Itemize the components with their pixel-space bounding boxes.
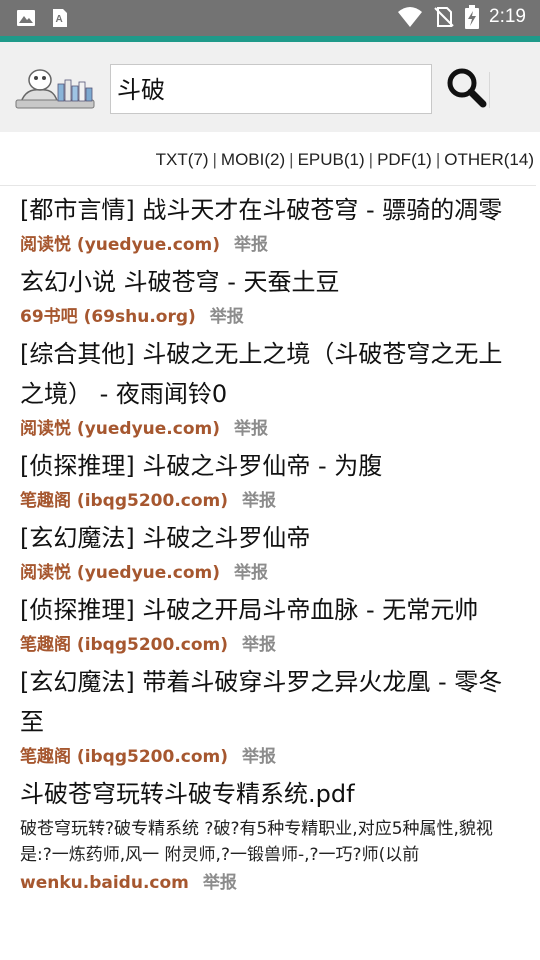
result-title-link[interactable]: [侦探推理] 斗破之开局斗帝血脉 - 无常元帅 [20, 590, 510, 630]
result-title-link[interactable]: [玄幻魔法] 带着斗破穿斗罗之异火龙凰 - 零冬至 [20, 662, 510, 742]
status-clock: 2:19 [489, 6, 526, 27]
result-item: [侦探推理] 斗破之开局斗帝血脉 - 无常元帅 笔趣阁 (ibqg5200.co… [20, 590, 510, 660]
filter-separator: | [368, 150, 374, 169]
filter-divider [0, 185, 536, 186]
result-title-link[interactable]: [综合其他] 斗破之无上之境（斗破苍穹之无上之境） - 夜雨闻铃0 [20, 334, 510, 414]
filter-separator: | [435, 150, 441, 169]
search-icon[interactable] [444, 66, 488, 110]
header-divider [489, 72, 490, 108]
filter-other[interactable]: OTHER(14) [444, 150, 534, 169]
result-source[interactable]: wenku.baidu.com [20, 873, 189, 893]
result-item: [综合其他] 斗破之无上之境（斗破苍穹之无上之境） - 夜雨闻铃0 阅读悦 (y… [20, 334, 510, 444]
result-meta: 阅读悦 (yuedyue.com) 举报 [20, 558, 510, 588]
result-source[interactable]: 阅读悦 (yuedyue.com) [20, 419, 220, 439]
format-filter-bar: TXT(7) | MOBI(2) | EPUB(1) | PDF(1) | OTHER(14) [156, 150, 534, 170]
report-link[interactable]: 举报 [242, 635, 276, 655]
result-title-link[interactable]: [侦探推理] 斗破之斗罗仙帝 - 为腹 [20, 446, 510, 486]
battery-charging-icon [465, 5, 480, 29]
report-link[interactable]: 举报 [242, 491, 276, 511]
result-title-link[interactable]: 斗破苍穹玩转斗破专精系统.pdf [20, 774, 510, 814]
search-header: 斗破 [0, 42, 540, 132]
filter-separator: | [212, 150, 217, 169]
search-results-list: [都市言情] 战斗天才在斗破苍穹 - 骠骑的凋零 阅读悦 (yuedyue.co… [20, 190, 510, 900]
result-meta: 阅读悦 (yuedyue.com) 举报 [20, 414, 510, 444]
result-meta: 笔趣阁 (ibqg5200.com) 举报 [20, 742, 510, 772]
report-link[interactable]: 举报 [234, 235, 268, 255]
document-notification-icon: A [53, 9, 67, 27]
result-meta: 笔趣阁 (ibqg5200.com) 举报 [20, 486, 510, 516]
wifi-icon [398, 7, 423, 27]
result-item: 斗破苍穹玩转斗破专精系统.pdf 破苍穹玩转?破专精系统 ?破?有5种专精职业,… [20, 774, 510, 898]
no-sim-icon [434, 7, 454, 27]
result-source[interactable]: 阅读悦 (yuedyue.com) [20, 563, 220, 583]
result-meta: 笔趣阁 (ibqg5200.com) 举报 [20, 630, 510, 660]
result-meta: wenku.baidu.com 举报 [20, 868, 510, 898]
result-source[interactable]: 69书吧 (69shu.org) [20, 307, 196, 327]
filter-separator: | [289, 150, 294, 169]
result-source[interactable]: 笔趣阁 (ibqg5200.com) [20, 635, 228, 655]
result-title-link[interactable]: [都市言情] 战斗天才在斗破苍穹 - 骠骑的凋零 [20, 190, 510, 230]
result-meta: 阅读悦 (yuedyue.com) 举报 [20, 230, 510, 260]
report-link[interactable]: 举报 [234, 419, 268, 439]
report-link[interactable]: 举报 [203, 873, 237, 893]
result-item: [都市言情] 战斗天才在斗破苍穹 - 骠骑的凋零 阅读悦 (yuedyue.co… [20, 190, 510, 260]
status-bar: A 2:19 [0, 0, 540, 36]
report-link[interactable]: 举报 [234, 563, 268, 583]
filter-txt[interactable]: TXT(7) [156, 150, 209, 169]
result-item: [侦探推理] 斗破之斗罗仙帝 - 为腹 笔趣阁 (ibqg5200.com) 举报 [20, 446, 510, 516]
filter-pdf[interactable]: PDF(1) [377, 150, 432, 169]
search-input[interactable]: 斗破 [110, 64, 432, 114]
result-item: 玄幻小说 斗破苍穹 - 天蚕土豆 69书吧 (69shu.org) 举报 [20, 262, 510, 332]
result-snippet: 破苍穹玩转?破专精系统 ?破?有5种专精职业,对应5种属性,貌视是:?一炼药师,… [20, 819, 493, 865]
result-source[interactable]: 笔趣阁 (ibqg5200.com) [20, 747, 228, 767]
filter-mobi[interactable]: MOBI(2) [221, 150, 285, 169]
app-logo[interactable] [14, 66, 96, 112]
result-item: [玄幻魔法] 带着斗破穿斗罗之异火龙凰 - 零冬至 笔趣阁 (ibqg5200.… [20, 662, 510, 772]
result-source[interactable]: 笔趣阁 (ibqg5200.com) [20, 491, 228, 511]
filter-epub[interactable]: EPUB(1) [298, 150, 365, 169]
result-source[interactable]: 阅读悦 (yuedyue.com) [20, 235, 220, 255]
result-title-link[interactable]: 玄幻小说 斗破苍穹 - 天蚕土豆 [20, 262, 510, 302]
result-meta: 69书吧 (69shu.org) 举报 [20, 302, 510, 332]
result-item: [玄幻魔法] 斗破之斗罗仙帝 阅读悦 (yuedyue.com) 举报 [20, 518, 510, 588]
svg-text:A: A [56, 14, 63, 25]
image-notification-icon [17, 10, 35, 26]
report-link[interactable]: 举报 [210, 307, 244, 327]
report-link[interactable]: 举报 [242, 747, 276, 767]
result-title-link[interactable]: [玄幻魔法] 斗破之斗罗仙帝 [20, 518, 510, 558]
